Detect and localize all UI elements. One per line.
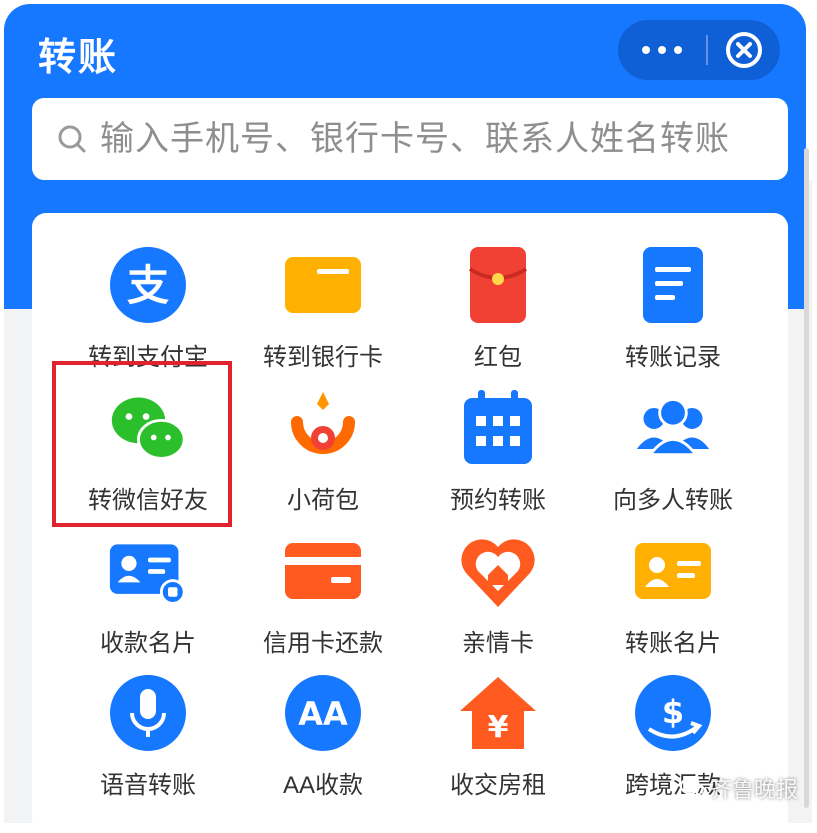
close-circle-icon xyxy=(726,32,762,68)
name-card-icon xyxy=(633,531,713,611)
purse-icon xyxy=(283,388,363,468)
grid-item-red-envelope[interactable]: 红包 xyxy=(410,245,586,385)
more-dot xyxy=(674,46,682,54)
grid-item-payment-card[interactable]: 收款名片 xyxy=(60,531,236,671)
red-envelope-icon xyxy=(458,245,538,325)
grid-item-bank-card[interactable]: 转到银行卡 xyxy=(235,245,411,385)
grid-item-label: AA收款 xyxy=(282,772,363,799)
grid-item-records[interactable]: 转账记录 xyxy=(585,245,761,385)
svg-text:支: 支 xyxy=(127,261,169,310)
more-button[interactable] xyxy=(618,20,706,80)
grid-item-label: 预约转账 xyxy=(450,487,546,514)
record-document-icon xyxy=(633,245,713,325)
close-button[interactable] xyxy=(708,20,780,80)
grid-item-label: 向多人转账 xyxy=(613,487,733,514)
search-bar[interactable] xyxy=(32,98,788,180)
page-title: 转账 xyxy=(38,37,119,79)
grid-item-purse[interactable]: 小荷包 xyxy=(235,388,411,528)
mini-program-capsule xyxy=(618,20,780,80)
grid-item-voice-transfer[interactable]: 语音转账 xyxy=(60,673,236,813)
grid-item-label: 收款名片 xyxy=(100,630,196,657)
alipay-icon: 支 xyxy=(108,245,188,325)
grid-item-label: 亲情卡 xyxy=(462,630,534,657)
scrollbar[interactable] xyxy=(804,148,809,808)
more-dot xyxy=(658,46,666,54)
grid-item-label: 小荷包 xyxy=(287,487,359,514)
credit-card-icon xyxy=(283,531,363,611)
contact-card-icon xyxy=(108,531,188,611)
grid-item-label: 语音转账 xyxy=(100,772,196,799)
cross-border-dollar-icon: $ xyxy=(633,673,713,753)
calendar-icon xyxy=(458,388,538,468)
watermark: 齐鲁晚报 xyxy=(680,772,798,804)
search-icon xyxy=(56,123,88,155)
grid-item-house-rent[interactable]: ¥ 收交房租 xyxy=(410,673,586,813)
svg-text:$: $ xyxy=(662,693,684,731)
grid-item-family-card[interactable]: 亲情卡 xyxy=(410,531,586,671)
grid-item-label: 转到银行卡 xyxy=(263,344,383,371)
highlight-annotation-box xyxy=(52,361,232,527)
bank-card-icon xyxy=(283,245,363,325)
grid-item-aa-collect[interactable]: AA AA收款 xyxy=(235,673,411,813)
search-input[interactable] xyxy=(98,118,762,160)
grid-item-label: 转账名片 xyxy=(625,630,721,657)
grid-item-multi-transfer[interactable]: 向多人转账 xyxy=(585,388,761,528)
group-users-icon xyxy=(633,388,713,468)
grid-item-label: 信用卡还款 xyxy=(263,630,383,657)
grid-item-credit-card-repay[interactable]: 信用卡还款 xyxy=(235,531,411,671)
grid-item-label: 收交房租 xyxy=(450,772,546,799)
svg-text:AA: AA xyxy=(298,695,348,733)
grid-item-transfer-card[interactable]: 转账名片 xyxy=(585,531,761,671)
grid-item-label: 红包 xyxy=(474,344,522,371)
grid-item-label: 转账记录 xyxy=(625,344,721,371)
grid-item-scheduled-transfer[interactable]: 预约转账 xyxy=(410,388,586,528)
family-heart-icon xyxy=(458,531,538,611)
more-dots-icon xyxy=(642,46,650,54)
watermark-text: 齐鲁晚报 xyxy=(710,777,799,802)
svg-text:¥: ¥ xyxy=(488,710,509,745)
aa-icon: AA xyxy=(283,673,363,753)
house-rent-icon: ¥ xyxy=(458,673,538,753)
microphone-icon xyxy=(108,673,188,753)
wechat-logo-icon xyxy=(680,777,706,798)
